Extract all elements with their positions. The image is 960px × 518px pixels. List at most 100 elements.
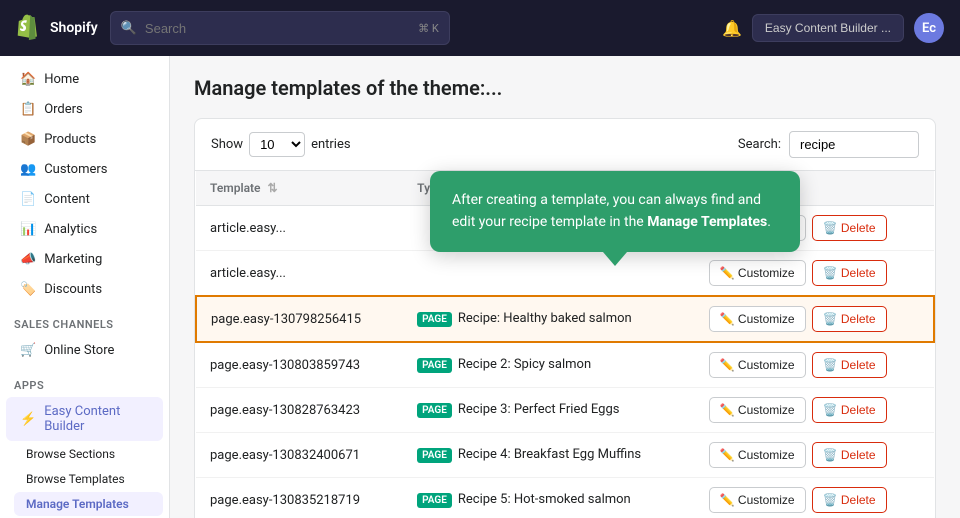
- show-entries: Show 10 25 50 100 entries: [211, 132, 351, 157]
- customize-btn[interactable]: ✏️ Customize: [709, 487, 806, 513]
- app-icon: ⚡: [20, 412, 36, 427]
- sidebar-marketing-label: Marketing: [44, 252, 102, 267]
- marketing-icon: 📣: [20, 252, 36, 267]
- customize-btn[interactable]: ✏️ Customize: [709, 306, 806, 332]
- customize-btn[interactable]: ✏️ Customize: [709, 442, 806, 468]
- sidebar-ecb-label: Easy Content Builder: [44, 404, 149, 434]
- cell-action: ✏️ Customize🗑️ Delete: [695, 433, 934, 478]
- table-row: page.easy-130828763423PAGERecipe 3: Perf…: [196, 388, 934, 433]
- search-bar[interactable]: 🔍 ⌘ K: [110, 11, 450, 45]
- sidebar-item-products[interactable]: 📦 Products: [6, 125, 163, 154]
- manage-templates-label: Manage Templates: [26, 497, 129, 511]
- entries-label: entries: [311, 137, 351, 152]
- actions-cell: ✏️ Customize🗑️ Delete: [709, 487, 920, 513]
- type-tag: PAGE: [417, 312, 452, 327]
- actions-cell: ✏️ Customize🗑️ Delete: [709, 352, 920, 378]
- store-icon: 🛒: [20, 343, 36, 358]
- table-search-input[interactable]: [789, 131, 919, 158]
- search-section: Search:: [738, 131, 919, 158]
- customers-icon: 👥: [20, 162, 36, 177]
- type-tag: PAGE: [417, 358, 452, 373]
- topbar-right: 🔔 Easy Content Builder ... Ec: [722, 13, 944, 43]
- discounts-icon: 🏷️: [20, 282, 36, 297]
- entries-select[interactable]: 10 25 50 100: [249, 132, 305, 157]
- cell-template-id: page.easy-130828763423: [196, 388, 403, 433]
- sidebar-discounts-label: Discounts: [44, 282, 102, 297]
- search-shortcut: ⌘ K: [418, 22, 439, 35]
- actions-cell: ✏️ Customize🗑️ Delete: [709, 260, 920, 286]
- table-row: page.easy-130798256415PAGERecipe: Health…: [196, 296, 934, 342]
- sidebar-item-content[interactable]: 📄 Content: [6, 185, 163, 214]
- cell-type: [403, 251, 694, 297]
- cell-action: ✏️ Customize🗑️ Delete: [695, 388, 934, 433]
- customize-btn[interactable]: ✏️ Customize: [709, 397, 806, 423]
- sidebar-online-store-label: Online Store: [44, 343, 114, 358]
- analytics-icon: 📊: [20, 222, 36, 237]
- sidebar-item-customers[interactable]: 👥 Customers: [6, 155, 163, 184]
- sidebar-item-marketing[interactable]: 📣 Marketing: [6, 245, 163, 274]
- table-row: article.easy... ✏️ Customize🗑️ Delete: [196, 251, 934, 297]
- show-label: Show: [211, 137, 243, 152]
- delete-btn[interactable]: 🗑️ Delete: [812, 306, 887, 332]
- delete-btn[interactable]: 🗑️ Delete: [812, 487, 887, 513]
- cell-template-id: article.easy...: [196, 206, 403, 251]
- sidebar-orders-label: Orders: [44, 102, 83, 117]
- sidebar-item-easy-content[interactable]: ⚡ Easy Content Builder: [6, 397, 163, 441]
- apps-header: Apps: [0, 371, 169, 396]
- delete-btn[interactable]: 🗑️ Delete: [812, 397, 887, 423]
- cell-template-id: article.easy...: [196, 251, 403, 297]
- actions-cell: ✏️ Customize🗑️ Delete: [709, 442, 920, 468]
- search-input[interactable]: [145, 21, 410, 36]
- app-context-btn[interactable]: Easy Content Builder ...: [752, 14, 904, 42]
- sidebar-item-browse-templates[interactable]: Browse Templates: [14, 467, 163, 491]
- content-icon: 📄: [20, 192, 36, 207]
- type-tag: PAGE: [417, 448, 452, 463]
- delete-btn[interactable]: 🗑️ Delete: [812, 352, 887, 378]
- sidebar-products-label: Products: [44, 132, 96, 147]
- shopify-logo: Shopify: [16, 14, 98, 42]
- sidebar-item-browse-sections[interactable]: Browse Sections: [14, 442, 163, 466]
- delete-btn[interactable]: 🗑️ Delete: [812, 215, 887, 241]
- sidebar-item-online-store[interactable]: 🛒 Online Store: [6, 336, 163, 365]
- customize-btn[interactable]: ✏️ Customize: [709, 352, 806, 378]
- actions-cell: ✏️ Customize🗑️ Delete: [709, 306, 919, 332]
- cell-template-id: page.easy-130832400671: [196, 433, 403, 478]
- cell-type: PAGERecipe 5: Hot-smoked salmon: [403, 478, 694, 518]
- layout: 🏠 Home 📋 Orders 📦 Products 👥 Customers 📄…: [0, 56, 960, 518]
- sidebar-customers-label: Customers: [44, 162, 107, 177]
- sidebar-home-label: Home: [44, 72, 79, 87]
- browse-templates-label: Browse Templates: [26, 472, 125, 486]
- table-controls: Show 10 25 50 100 entries Search:: [195, 119, 935, 171]
- bell-icon[interactable]: 🔔: [722, 19, 742, 38]
- sales-channels-header: Sales channels: [0, 310, 169, 335]
- sidebar-item-home[interactable]: 🏠 Home: [6, 65, 163, 94]
- topbar: Shopify 🔍 ⌘ K 🔔 Easy Content Builder ...…: [0, 0, 960, 56]
- tooltip-arrow: [603, 252, 627, 266]
- sidebar: 🏠 Home 📋 Orders 📦 Products 👥 Customers 📄…: [0, 56, 170, 518]
- table-row: page.easy-130835218719PAGERecipe 5: Hot-…: [196, 478, 934, 518]
- col-template[interactable]: Template ⇅: [196, 171, 403, 206]
- sidebar-analytics-label: Analytics: [44, 222, 97, 237]
- cell-template-id: page.easy-130835218719: [196, 478, 403, 518]
- sidebar-item-manage-templates[interactable]: Manage Templates: [14, 492, 163, 516]
- home-icon: 🏠: [20, 72, 36, 87]
- table-row: page.easy-130832400671PAGERecipe 4: Brea…: [196, 433, 934, 478]
- orders-icon: 📋: [20, 102, 36, 117]
- sidebar-item-discounts[interactable]: 🏷️ Discounts: [6, 275, 163, 304]
- products-icon: 📦: [20, 132, 36, 147]
- sidebar-item-orders[interactable]: 📋 Orders: [6, 95, 163, 124]
- tooltip-callout: After creating a template, you can alway…: [430, 171, 800, 252]
- search-label: Search:: [738, 137, 781, 152]
- page-title: Manage templates of the theme:...: [194, 76, 936, 100]
- cell-action: ✏️ Customize🗑️ Delete: [695, 251, 934, 297]
- customize-btn[interactable]: ✏️ Customize: [709, 260, 806, 286]
- tooltip-text-after: .: [767, 214, 771, 230]
- main-content: Manage templates of the theme:... Show 1…: [170, 56, 960, 518]
- sidebar-item-analytics[interactable]: 📊 Analytics: [6, 215, 163, 244]
- delete-btn[interactable]: 🗑️ Delete: [812, 442, 887, 468]
- sidebar-content-label: Content: [44, 192, 90, 207]
- sidebar-sub-menu: Browse Sections Browse Templates Manage …: [0, 442, 169, 518]
- cell-template-id: page.easy-130803859743: [196, 342, 403, 388]
- search-icon: 🔍: [121, 21, 137, 36]
- delete-btn[interactable]: 🗑️ Delete: [812, 260, 887, 286]
